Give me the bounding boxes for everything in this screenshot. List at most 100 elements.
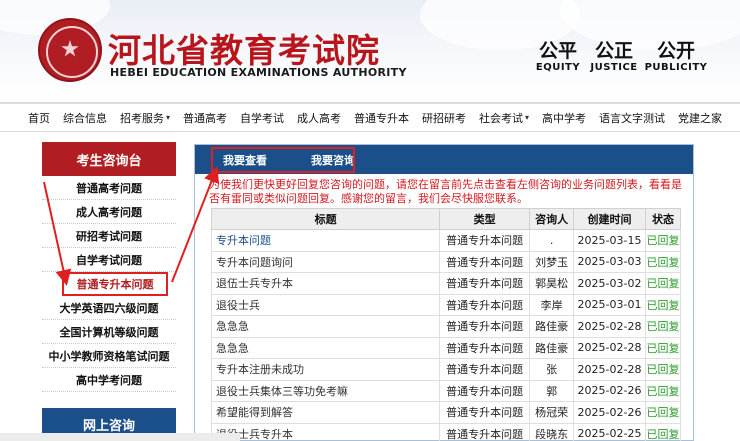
motto-cn: 公开 [656,40,695,62]
sidebar-item-computer-rank[interactable]: 全国计算机等级问题 [42,320,176,344]
nav-item-language-test[interactable]: 语言文字测试 [599,110,665,126]
row-date: 2025-02-26 [573,401,646,424]
row-date: 2025-03-03 [573,250,646,273]
nav-item-general-info[interactable]: 综合信息 [63,110,107,126]
row-title[interactable]: 专升本注册未成功 [210,358,441,381]
row-title[interactable]: 专升本问题 [210,229,441,252]
question-table: 标题 类型 咨询人 创建时间 状态 专升本问题 普通专升本问题 . 2025-0… [210,208,682,441]
column-header: 标题 [210,208,441,230]
row-type: 普通专升本问题 [439,422,531,441]
column-header: 类型 [439,208,531,230]
sidebar-item-gaokao[interactable]: 普通高考问题 [42,176,176,200]
nav-item-admission-services[interactable]: 招考服务 ▾ [120,110,170,126]
row-title[interactable]: 急急急 [210,315,441,338]
row-type: 普通专升本问题 [439,315,531,338]
row-title[interactable]: 希望能得到解答 [210,401,441,424]
sidebar-item-adult[interactable]: 成人高考问题 [42,200,176,224]
chevron-down-icon: ▾ [525,113,530,122]
row-status: 已回复 [644,250,682,273]
column-header: 状态 [644,208,682,230]
nav-item-adult-exam[interactable]: 成人高考 [297,110,341,126]
table-row[interactable]: 退役士兵 普通专升本问题 李岸 2025-03-01 已回复 [210,293,682,316]
nav-label: 研招研考 [422,111,467,125]
logo-seal-icon[interactable] [38,18,102,82]
consult-panel: 我要查看 我要咨询 为使我们更快更好回复您咨询的问题，请您在留言前先点击查看左侧… [194,144,694,441]
nav-item-upgrade[interactable]: 普通专升本 [354,110,409,126]
row-type: 普通专升本问题 [439,379,531,402]
sidebar-item-upgrade[interactable]: 普通专升本问题 [62,272,168,296]
table-row[interactable]: 退役士兵专升本 普通专升本问题 段晓东 2025-02-25 已回复 [210,422,682,441]
row-date: 2025-02-28 [573,358,646,381]
table-row[interactable]: 退役士兵集体三等功免考嘛 普通专升本问题 郭 2025-02-26 已回复 [210,379,682,402]
nav-item-home[interactable]: 首页 [28,110,50,126]
row-type: 普通专升本问题 [439,358,531,381]
sidebar-item-teacher-cert[interactable]: 中小学教师资格笔试问题 [42,344,176,368]
row-person: 刘梦玉 [529,250,575,273]
table-row[interactable]: 希望能得到解答 普通专升本问题 杨冠荣 2025-02-26 已回复 [210,401,682,424]
site-subtitle: HEBEI EDUCATION EXAMINATIONS AUTHORITY [110,66,407,79]
row-person: 路佳豪 [529,315,575,338]
row-type: 普通专升本问题 [439,229,531,252]
site-title[interactable]: 河北省教育考试院 [108,24,380,72]
motto-equity: 公平 EQUITY [530,40,586,73]
nav-item-postgrad[interactable]: 研招研考 [422,110,466,126]
motto-cn: 公正 [594,40,633,62]
row-type: 普通专升本问题 [439,250,531,273]
table-row[interactable]: 急急急 普通专升本问题 路佳豪 2025-02-28 已回复 [210,336,682,359]
nav-item-high-school[interactable]: 高中学考 [542,110,586,126]
sidebar-item-self-study[interactable]: 自学考试问题 [42,248,176,272]
row-title[interactable]: 退役士兵集体三等功免考嘛 [210,379,441,402]
site-header: 河北省教育考试院 HEBEI EDUCATION EXAMINATIONS AU… [0,0,740,96]
table-row[interactable]: 专升本问题询问 普通专升本问题 刘梦玉 2025-03-03 已回复 [210,250,682,273]
nav-label: 普通高考 [183,111,228,125]
sidebar-item-postgrad[interactable]: 研招考试问题 [42,224,176,248]
nav-item-party[interactable]: 党建之家 [678,110,722,126]
nav-item-gaokao[interactable]: 普通高考 [183,110,227,126]
row-date: 2025-03-01 [573,293,646,316]
table-header-row: 标题 类型 咨询人 创建时间 状态 [210,208,682,230]
nav-label: 综合信息 [63,111,107,125]
column-header: 创建时间 [573,208,646,230]
nav-label: 自学考试 [240,111,285,125]
nav-label: 语言文字测试 [599,111,666,125]
row-title[interactable]: 退役士兵 [210,293,441,316]
nav-label: 首页 [28,111,50,125]
nav-label: 社会考试 [479,111,524,125]
row-status: 已回复 [644,315,682,338]
row-person: . [529,229,575,252]
status-bar [0,433,240,441]
row-title[interactable]: 急急急 [210,336,441,359]
row-person: 郭昊松 [529,272,575,295]
row-title[interactable]: 退役士兵专升本 [210,422,441,441]
table-row[interactable]: 专升本问题 普通专升本问题 . 2025-03-15 已回复 [210,229,682,252]
row-type: 普通专升本问题 [439,336,531,359]
row-title[interactable]: 退伍士兵专升本 [210,272,441,295]
row-date: 2025-03-02 [573,272,646,295]
row-type: 普通专升本问题 [439,272,531,295]
row-person: 郭 [529,379,575,402]
nav-item-social-exam[interactable]: 社会考试 ▾ [479,110,529,126]
row-status: 已回复 [644,358,682,381]
sidebar-item-high-school[interactable]: 高中学考问题 [42,368,176,392]
row-title[interactable]: 专升本问题询问 [210,250,441,273]
nav-label: 招考服务 [120,111,164,125]
row-status: 已回复 [644,229,682,252]
row-status: 已回复 [644,336,682,359]
motto-publicity: 公开 PUBLICITY [642,40,710,73]
table-row[interactable]: 急急急 普通专升本问题 路佳豪 2025-02-28 已回复 [210,315,682,338]
tab-highlight-box [211,147,355,173]
row-person: 段晓东 [529,422,575,441]
row-status: 已回复 [644,379,682,402]
row-person: 李岸 [529,293,575,316]
row-type: 普通专升本问题 [439,401,531,424]
row-status: 已回复 [644,401,682,424]
table-row[interactable]: 专升本注册未成功 普通专升本问题 张 2025-02-28 已回复 [210,358,682,381]
motto-en: JUSTICE [590,62,638,73]
row-type: 普通专升本问题 [439,293,531,316]
nav-label: 高中学考 [542,111,587,125]
nav-item-self-study[interactable]: 自学考试 [240,110,284,126]
motto-cn: 公平 [538,40,577,62]
consult-sidebar: 考生咨询台 普通高考问题 成人高考问题 研招考试问题 自学考试问题 普通专升本问… [42,142,176,392]
sidebar-item-cet[interactable]: 大学英语四六级问题 [42,296,176,320]
table-row[interactable]: 退伍士兵专升本 普通专升本问题 郭昊松 2025-03-02 已回复 [210,272,682,295]
